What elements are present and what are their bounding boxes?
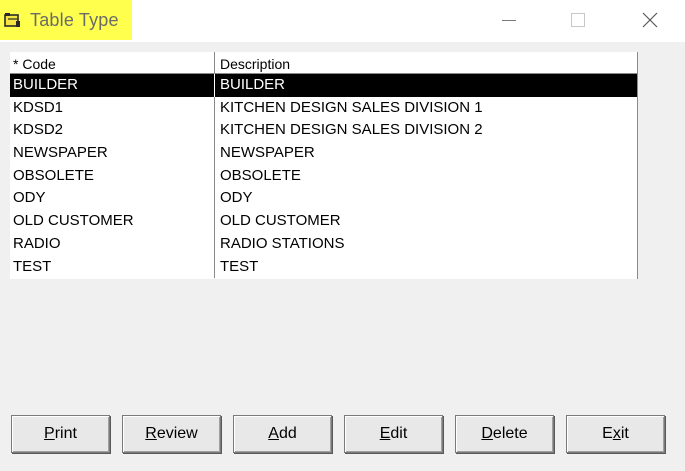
grid-header: * Code Description (10, 52, 637, 74)
table-row[interactable]: TEST TEST (10, 255, 637, 279)
table-row[interactable]: KDSD2 KITCHEN DESIGN SALES DIVISION 2 (10, 119, 637, 143)
table-type-grid[interactable]: * Code Description BUILDER BUILDER KDSD1 KI… (10, 52, 638, 279)
cell-code: OLD CUSTOMER (10, 210, 215, 233)
minimize-icon (502, 20, 516, 21)
close-icon (642, 12, 658, 28)
table-icon (4, 13, 20, 27)
add-label: dd (278, 425, 297, 442)
cell-code: KDSD2 (10, 119, 215, 143)
review-accel: R (145, 425, 157, 442)
column-header-code[interactable]: * Code (10, 52, 215, 73)
cell-description: KITCHEN DESIGN SALES DIVISION 1 (220, 98, 483, 116)
column-header-description[interactable]: Description (215, 52, 637, 73)
edit-label: dit (390, 425, 408, 442)
print-accel: P (44, 425, 55, 442)
edit-accel: E (379, 425, 391, 442)
table-row[interactable]: ODY ODY (10, 187, 637, 211)
table-row[interactable]: KDSD1 KITCHEN DESIGN SALES DIVISION 1 (10, 96, 637, 120)
cell-description: TEST (220, 257, 259, 275)
exit-accel: x (612, 425, 621, 442)
delete-label: elete (492, 425, 528, 442)
window-title: Table Type (30, 10, 119, 30)
cell-description: KITCHEN DESIGN SALES DIVISION 2 (220, 121, 483, 139)
cell-description: ODY (220, 189, 253, 207)
exit-button[interactable]: Exit (566, 415, 665, 453)
cell-description: NEWSPAPER (220, 144, 315, 162)
exit-label-pre: E (602, 425, 613, 442)
cell-description: BUILDER (220, 76, 286, 93)
title-bar: Table Type (0, 0, 685, 42)
cell-code: BUILDER (10, 74, 215, 97)
cell-description: OBSOLETE (220, 166, 301, 184)
table-row[interactable]: OLD CUSTOMER OLD CUSTOMER (10, 210, 637, 233)
delete-button[interactable]: Delete (455, 415, 554, 453)
maximize-icon (571, 13, 585, 27)
maximize-button[interactable] (555, 0, 601, 40)
table-row[interactable]: BUILDER BUILDER (10, 74, 637, 97)
cell-description: RADIO STATIONS (220, 234, 345, 252)
table-row[interactable]: OBSOLETE OBSOLETE (10, 164, 637, 188)
exit-label: it (620, 425, 629, 442)
delete-accel: D (481, 425, 493, 442)
cell-code: OBSOLETE (10, 164, 215, 188)
print-button[interactable]: Print (11, 415, 110, 453)
close-button[interactable] (627, 0, 673, 40)
cell-code: NEWSPAPER (10, 142, 215, 165)
cell-code: RADIO (10, 232, 215, 256)
table-row[interactable]: NEWSPAPER NEWSPAPER (10, 142, 637, 165)
review-label: eview (156, 425, 198, 442)
cell-code: TEST (10, 255, 215, 279)
grid-body: BUILDER BUILDER KDSD1 KITCHEN DESIGN SALES … (10, 74, 637, 279)
add-button[interactable]: Add (233, 415, 332, 453)
cell-code: KDSD1 (10, 96, 215, 120)
minimize-button[interactable] (486, 0, 532, 40)
cell-code: ODY (10, 187, 215, 211)
print-label: rint (54, 425, 77, 442)
table-row[interactable]: RADIO RADIO STATIONS (10, 232, 637, 256)
review-button[interactable]: Review (122, 415, 221, 453)
cell-description: OLD CUSTOMER (220, 212, 341, 230)
add-accel: A (268, 425, 279, 442)
edit-button[interactable]: Edit (344, 415, 443, 453)
